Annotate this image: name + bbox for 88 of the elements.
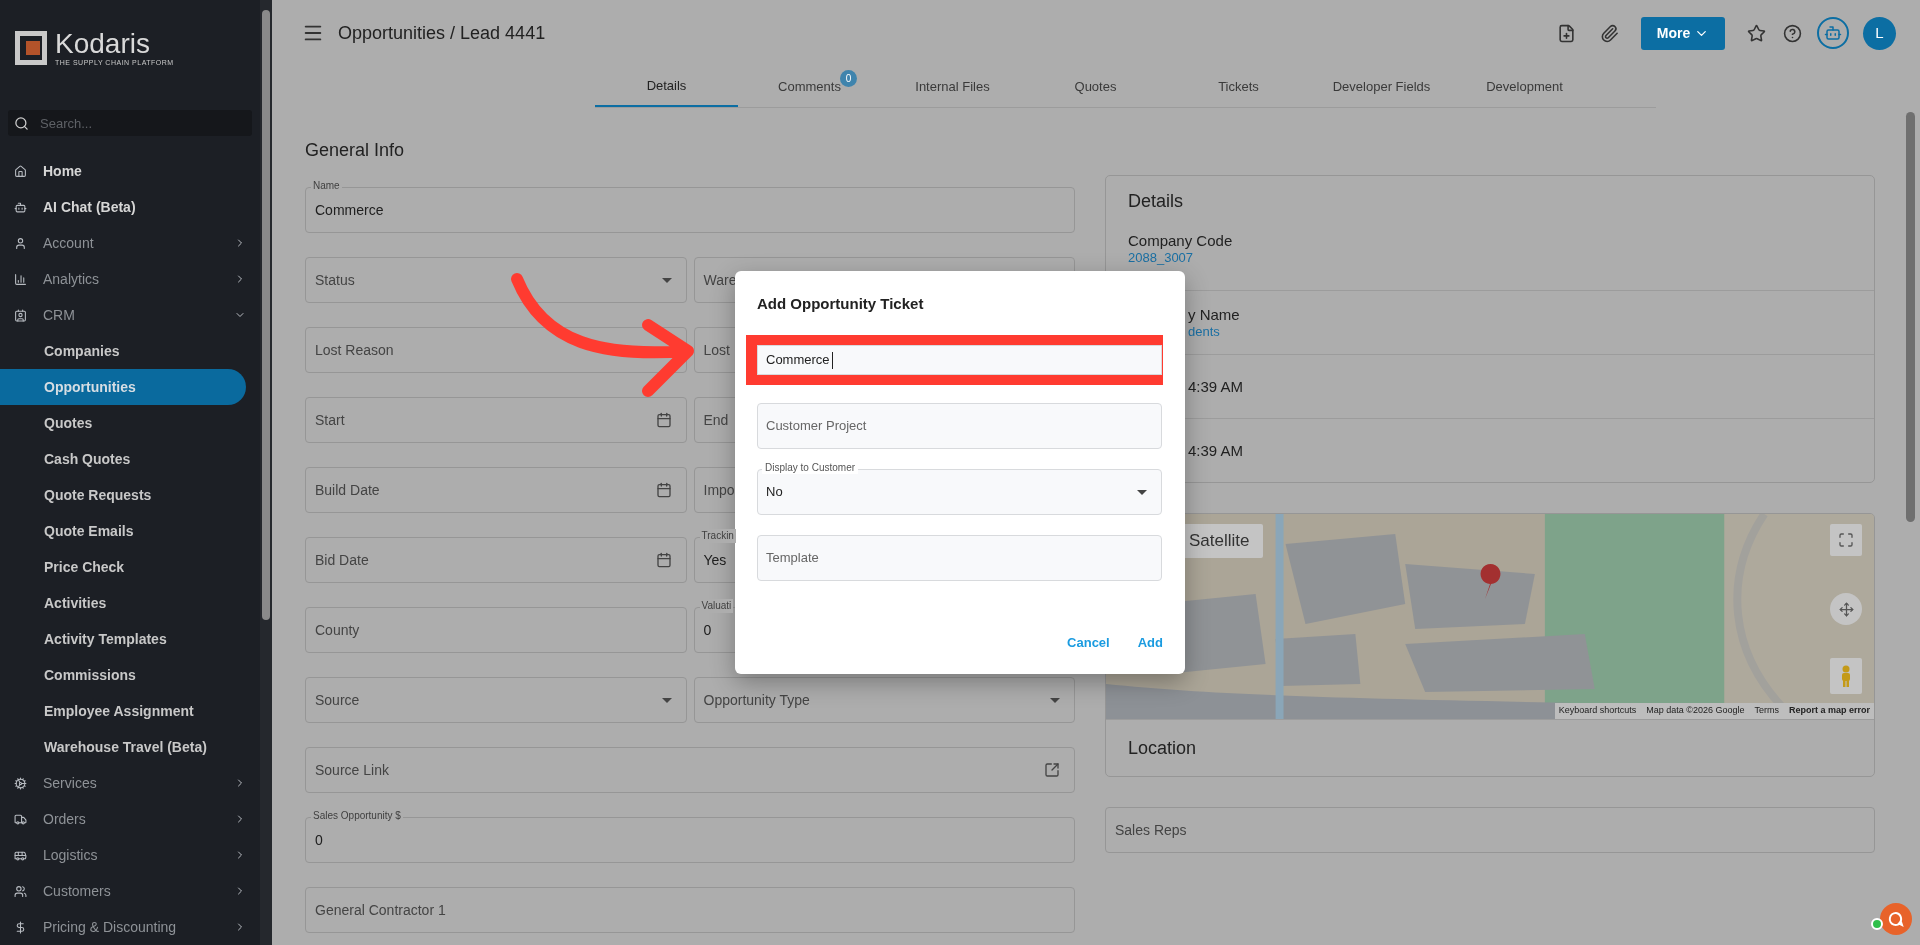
sidebar-item[interactable]: Warehouse Travel (Beta) <box>0 729 246 765</box>
sidebar-item[interactable]: Companies <box>0 333 246 369</box>
sidebar-item[interactable]: Logistics <box>0 837 260 873</box>
sidebar-item[interactable]: Services <box>0 765 260 801</box>
dropdown-caret-icon <box>661 277 672 283</box>
nav-icon <box>14 308 27 322</box>
fullscreen-icon <box>1838 532 1854 548</box>
detail-value: 4:39 AM <box>1188 378 1245 395</box>
nav-icon <box>14 272 27 286</box>
pan-icon <box>1838 601 1854 617</box>
detail-value: dents <box>1188 323 1221 340</box>
map-attribution-link[interactable]: Keyboard shortcuts <box>1558 704 1637 718</box>
more-button[interactable]: More <box>1641 16 1725 50</box>
help-icon[interactable] <box>1783 23 1802 43</box>
count-badge: 0 <box>840 70 857 87</box>
tab[interactable]: Comments 0 <box>738 66 881 107</box>
detail-label: y Name <box>1188 305 1241 324</box>
input-field[interactable]: Customer Project <box>757 403 1162 449</box>
dropdown-caret-icon <box>1137 489 1147 495</box>
robot-icon <box>1824 24 1842 42</box>
sidebar-item[interactable]: Employee Assignment <box>0 693 246 729</box>
input-field[interactable]: Commerce <box>757 345 1162 375</box>
section-title: General Info <box>305 139 406 162</box>
sidebar-item[interactable]: Price Check <box>0 549 246 585</box>
map-attribution-link[interactable]: Map data ©2026 Google <box>1646 704 1745 718</box>
input-field[interactable]: Template <box>757 535 1162 581</box>
sidebar-item[interactable]: Activities <box>0 585 246 621</box>
external-link-icon <box>1044 762 1060 778</box>
tab[interactable]: Quotes <box>1024 66 1167 107</box>
sidebar-item[interactable]: Orders <box>0 801 260 837</box>
note-add-icon[interactable] <box>1557 23 1576 43</box>
dropdown-caret-icon <box>661 697 672 703</box>
person-figure-icon <box>1840 665 1852 687</box>
calendar-icon <box>655 552 672 568</box>
logo-icon <box>15 30 47 65</box>
tab[interactable]: Tickets <box>1167 66 1310 107</box>
dialog-button[interactable]: Cancel <box>1067 632 1110 652</box>
sidebar-item[interactable]: Analytics <box>0 261 260 297</box>
nav-icon <box>14 776 27 790</box>
text-cursor <box>831 351 833 369</box>
detail-label: Company Code <box>1128 232 1234 250</box>
card-title: Details <box>1127 189 1185 213</box>
sidebar-item[interactable]: Commissions <box>0 657 246 693</box>
search-icon <box>14 116 29 131</box>
map-attribution-link[interactable]: Terms <box>1754 704 1779 718</box>
user-avatar[interactable]: L <box>1863 16 1896 50</box>
fullscreen-button[interactable] <box>1830 524 1862 556</box>
nav-icon <box>14 200 27 214</box>
sidebar-item[interactable]: Quote Emails <box>0 513 246 549</box>
page-title: Opportunities / Lead 4441 <box>338 21 547 45</box>
sidebar-item[interactable]: Activity Templates <box>0 621 246 657</box>
sidebar-item[interactable]: Home <box>0 153 260 189</box>
tab[interactable]: Details <box>595 66 738 107</box>
calendar-icon <box>655 412 672 428</box>
sidebar-item[interactable]: Account <box>0 225 260 261</box>
nav-icon <box>14 164 27 178</box>
dialog-title: Add Opportunity Ticket <box>757 294 925 313</box>
sidebar-item[interactable]: Cash Quotes <box>0 441 246 477</box>
card-title: Location <box>1106 719 1874 776</box>
star-icon[interactable] <box>1747 23 1766 43</box>
field-label: Trackin <box>699 529 736 543</box>
tab[interactable]: Development <box>1453 66 1596 107</box>
map-attribution-link[interactable]: Report a map error <box>1788 704 1870 718</box>
sidebar-item[interactable]: Customers <box>0 873 260 909</box>
chat-icon <box>1888 911 1904 927</box>
search-field[interactable]: Search... <box>8 110 252 136</box>
nav-icon <box>14 812 27 826</box>
sidebar-item[interactable]: Pricing & Discounting <box>0 909 260 945</box>
sidebar-item[interactable]: Quote Requests <box>0 477 246 513</box>
sidebar-item[interactable]: Quotes <box>0 405 246 441</box>
input-field[interactable]: Sales Reps <box>1105 807 1875 853</box>
dialog-button[interactable]: Add <box>1137 632 1163 652</box>
tab[interactable]: Internal Files <box>881 66 1024 107</box>
detail-value: 4:39 AM <box>1188 442 1245 459</box>
tab[interactable]: Developer Fields <box>1310 66 1453 107</box>
nav-icon <box>14 236 27 250</box>
dropdown-caret-icon <box>1050 697 1060 703</box>
nav-icon <box>14 884 27 898</box>
field-label: Sales Opportunity $ <box>311 809 403 823</box>
nav-icon <box>14 920 27 934</box>
assistant-button[interactable] <box>1817 17 1849 49</box>
attachment-icon[interactable] <box>1600 23 1619 43</box>
sidebar-item[interactable]: CRM <box>0 297 260 333</box>
field-label: Display to Customer <box>762 462 859 474</box>
logo-wordmark: Kodaris <box>55 29 151 58</box>
sidebar-item[interactable]: Opportunities <box>0 369 246 405</box>
calendar-icon <box>655 482 672 498</box>
sidebar-item[interactable]: AI Chat (Beta) <box>0 189 260 225</box>
